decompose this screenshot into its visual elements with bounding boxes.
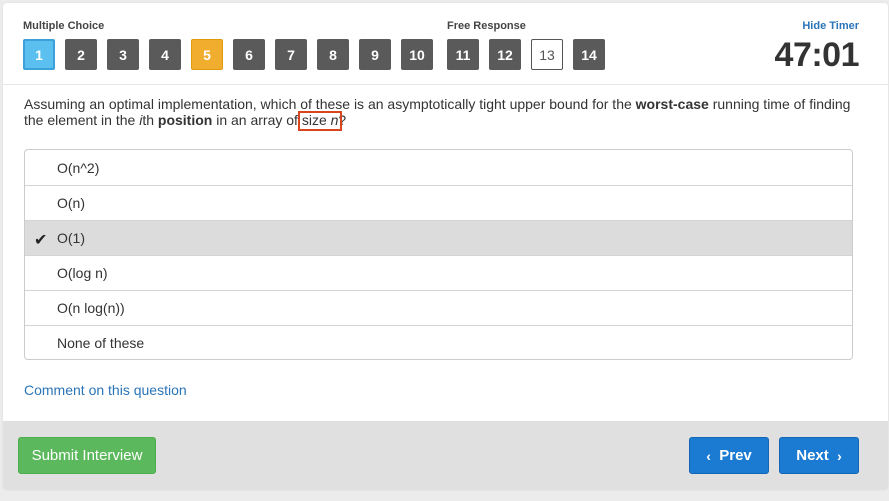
question-nav-6[interactable]: 6 <box>233 39 265 70</box>
answer-option[interactable]: O(n^2) <box>25 150 852 185</box>
option-label: O(log n) <box>57 265 108 281</box>
answer-option[interactable]: None of these <box>25 325 852 359</box>
hide-timer-link[interactable]: Hide Timer <box>802 20 859 32</box>
question-nav-4[interactable]: 4 <box>149 39 181 70</box>
option-label: O(n log(n)) <box>57 300 125 316</box>
question-text: Assuming an optimal implementation, whic… <box>24 96 851 128</box>
checkmark-icon: ✔ <box>34 232 48 249</box>
answer-option[interactable]: O(log n) <box>25 255 852 290</box>
question-nav-2[interactable]: 2 <box>65 39 97 70</box>
chevron-right-icon: › <box>837 447 842 464</box>
question-nav-5[interactable]: 5 <box>191 39 223 70</box>
question-nav-14[interactable]: 14 <box>573 39 605 70</box>
question-nav-9[interactable]: 9 <box>359 39 391 70</box>
next-label: Next <box>796 447 829 464</box>
question-nav-10[interactable]: 10 <box>401 39 433 70</box>
submit-label: Submit Interview <box>31 447 143 464</box>
option-label: None of these <box>57 335 145 351</box>
prev-label: Prev <box>719 447 752 464</box>
multiple-choice-label: Multiple Choice <box>23 20 105 32</box>
option-label: O(n) <box>57 195 85 211</box>
next-button[interactable]: Next › <box>779 437 859 474</box>
answer-option[interactable]: O(n) <box>25 185 852 220</box>
question-nav-11[interactable]: 11 <box>447 39 479 70</box>
question-nav-7[interactable]: 7 <box>275 39 307 70</box>
comment-link[interactable]: Comment on this question <box>24 382 187 398</box>
free-response-label: Free Response <box>447 20 526 32</box>
highlighted-term: array <box>250 112 283 128</box>
chevron-left-icon: ‹ <box>706 447 711 464</box>
option-label: O(1) <box>57 230 85 246</box>
question-nav-3[interactable]: 3 <box>107 39 139 70</box>
option-label: O(n^2) <box>57 159 100 176</box>
question-nav-1[interactable]: 1 <box>23 39 55 70</box>
prev-button[interactable]: ‹ Prev <box>689 437 769 474</box>
question-nav-8[interactable]: 8 <box>317 39 349 70</box>
highlight-box <box>298 111 342 131</box>
submit-interview-button[interactable]: Submit Interview <box>18 437 156 474</box>
question-nav-13[interactable]: 13 <box>531 39 563 70</box>
answer-option[interactable]: O(n log(n)) <box>25 290 852 325</box>
question-nav-12[interactable]: 12 <box>489 39 521 70</box>
answer-option-selected[interactable]: ✔ O(1) <box>25 220 852 255</box>
header-divider <box>3 84 888 85</box>
countdown-timer: 47:01 <box>774 36 860 74</box>
answer-options: O(n^2) O(n) ✔ O(1) O(log n) O(n log(n)) N… <box>24 149 853 360</box>
